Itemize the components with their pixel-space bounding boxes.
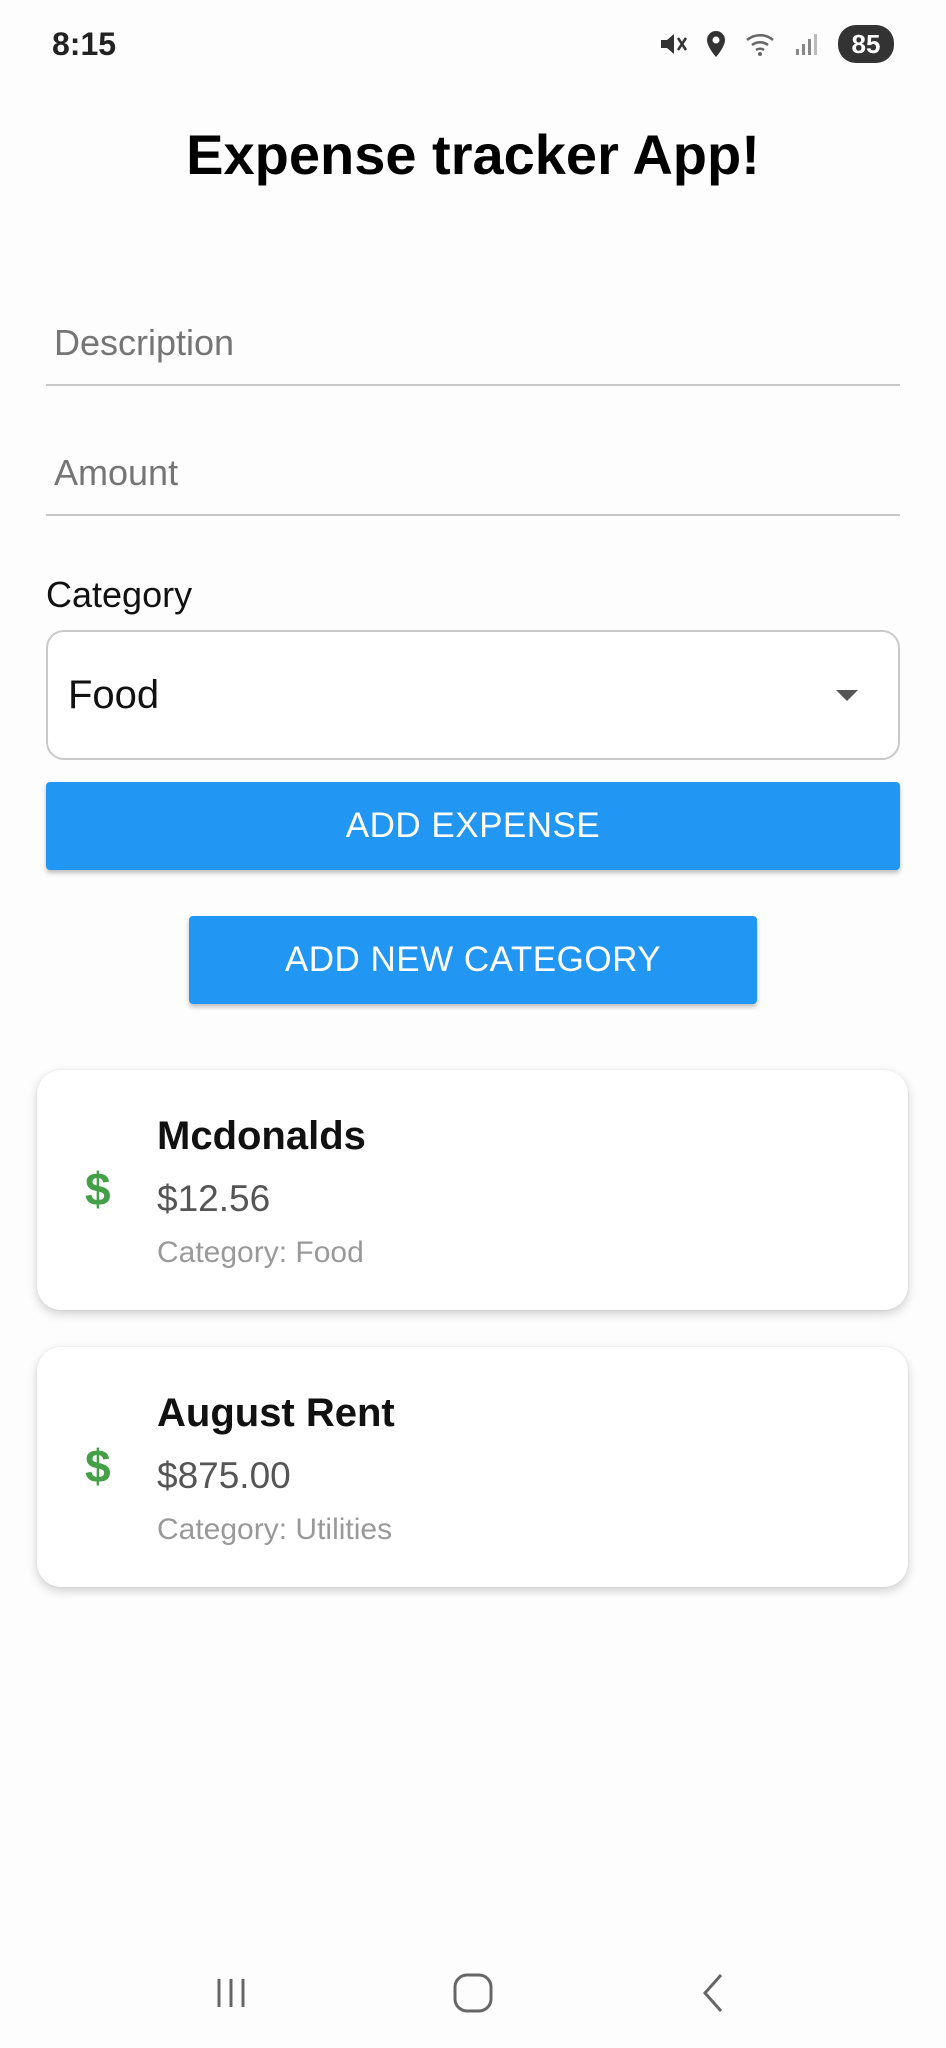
- back-icon[interactable]: [675, 1953, 755, 2033]
- expense-category: Category: Food: [157, 1236, 364, 1269]
- location-icon: [704, 29, 728, 59]
- expense-amount: $12.56: [157, 1178, 271, 1219]
- expense-title: Mcdonalds: [157, 1114, 366, 1158]
- wifi-icon: [744, 29, 778, 59]
- expense-amount: $875.00: [157, 1455, 291, 1496]
- page-title: Expense tracker App!: [186, 123, 760, 186]
- expense-card: $ Mcdonalds $12.56 Category: Food: [37, 1070, 908, 1310]
- category-label: Category: [46, 574, 193, 615]
- home-icon[interactable]: [433, 1953, 513, 2033]
- dropdown-caret-icon: [836, 689, 858, 701]
- add-category-button[interactable]: ADD NEW CATEGORY: [189, 916, 757, 1004]
- mute-icon: [658, 29, 688, 59]
- status-icons: 85: [658, 25, 894, 63]
- dollar-icon: $: [85, 1163, 111, 1215]
- category-select[interactable]: Food: [46, 630, 900, 760]
- recent-apps-icon[interactable]: [191, 1953, 271, 2033]
- expense-category: Category: Utilities: [157, 1513, 393, 1546]
- navigation-bar: [0, 1938, 946, 2048]
- battery-indicator: 85: [838, 25, 894, 63]
- screen: 8:15 85 Expense tracker App! Category Fo…: [0, 0, 946, 2048]
- category-selected-value: Food: [68, 672, 160, 717]
- expense-card: $ August Rent $875.00 Category: Utilitie…: [37, 1347, 908, 1587]
- amount-input[interactable]: [46, 432, 900, 516]
- add-expense-button[interactable]: ADD EXPENSE: [46, 782, 900, 870]
- status-bar: 8:15 85: [0, 0, 946, 88]
- dollar-icon: $: [85, 1440, 111, 1492]
- expense-title: August Rent: [157, 1391, 395, 1435]
- description-input[interactable]: [46, 302, 900, 386]
- signal-icon: [794, 29, 822, 59]
- status-time: 8:15: [52, 25, 117, 62]
